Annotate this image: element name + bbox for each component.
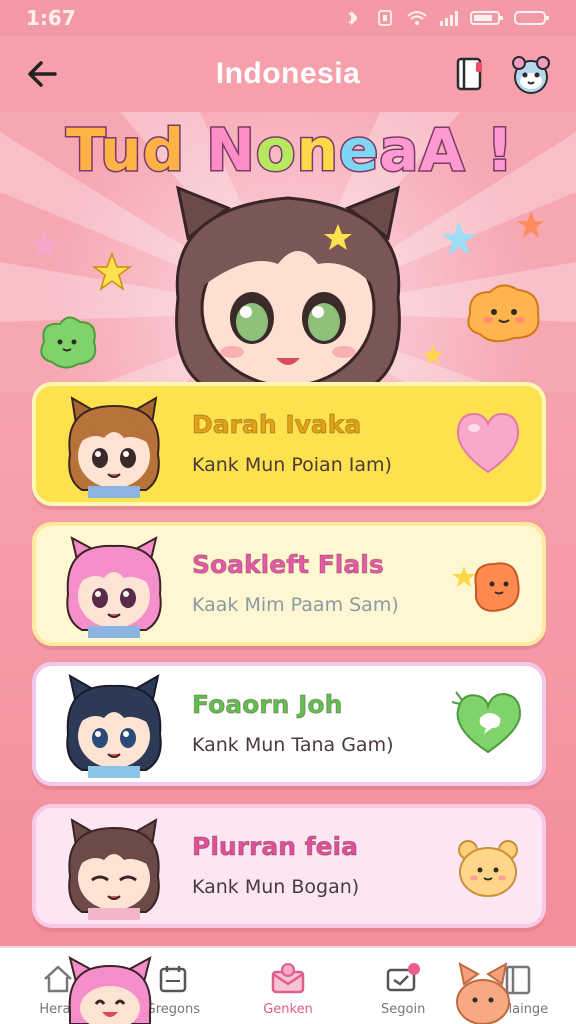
- nav-label: Segoin: [381, 1002, 426, 1017]
- back-arrow-icon: [28, 61, 57, 87]
- character-name: Soakleft Flals: [192, 550, 385, 580]
- status-bar: 1:67: [0, 0, 576, 36]
- heart-icon: [456, 412, 520, 474]
- nav-item-chat[interactable]: Segoin: [346, 948, 461, 1024]
- book-button[interactable]: [450, 54, 490, 94]
- nav-item-mail[interactable]: Genken: [230, 948, 345, 1024]
- bluetooth-icon: [348, 10, 358, 26]
- character-card[interactable]: Plurran feia Kank Mun Bogan): [32, 804, 546, 928]
- character-avatar: [66, 536, 162, 638]
- hero-character-illustration: [175, 185, 401, 390]
- orange-star-icon: [517, 211, 545, 238]
- character-subtitle: Kank Mun Poian Iam): [192, 454, 392, 476]
- nav-label: Genken: [263, 1002, 313, 1017]
- green-blob-icon: [40, 316, 97, 369]
- pink-star-icon: [31, 231, 59, 258]
- book-icon: [456, 57, 482, 91]
- character-card[interactable]: Soakleft Flals Kaak Mim Paam Sam): [32, 522, 546, 646]
- orange-blob-icon: [467, 284, 540, 343]
- back-button[interactable]: [22, 54, 62, 94]
- wifi-icon: [407, 11, 427, 25]
- battery-icon: [470, 11, 503, 25]
- nav-cat-illustration: [456, 962, 510, 1024]
- character-avatar: [66, 674, 162, 778]
- app-screen: 1:67 Indonesia Tud NoneaA ! Darah Ivaka …: [0, 0, 576, 1024]
- character-subtitle: Kank Mun Tana Gam): [192, 734, 394, 756]
- character-subtitle: Kaak Mim Paam Sam): [192, 594, 399, 616]
- character-subtitle: Kank Mun Bogan): [192, 876, 360, 898]
- chat-icon: [384, 960, 422, 998]
- bear-icon: [458, 840, 518, 897]
- envelope-icon: [269, 960, 307, 998]
- status-icons: [342, 10, 550, 26]
- character-card[interactable]: Foaorn Joh Kank Mun Tana Gam): [32, 662, 546, 786]
- yellow-star-icon: [92, 252, 132, 291]
- character-name: Plurran feia: [192, 832, 359, 862]
- page-title: Indonesia: [215, 57, 361, 90]
- character-name: Darah Ivaka: [191, 410, 362, 440]
- blue-star-icon: [441, 221, 477, 256]
- nav-character-illustration: [68, 956, 152, 1024]
- character-name: Foaorn Joh: [191, 690, 343, 720]
- green-speech-heart-icon: [451, 691, 522, 754]
- character-avatar: [68, 396, 160, 498]
- mascot-avatar-icon: [512, 56, 550, 94]
- character-card[interactable]: Darah Ivaka Kank Mun Poian Iam): [32, 382, 546, 506]
- orange-blob-icon: [452, 562, 520, 612]
- nfc-icon: [378, 10, 392, 26]
- character-avatar: [68, 818, 160, 920]
- hero-banner: Tud NoneaA !: [0, 112, 576, 392]
- signal-icon: [440, 11, 458, 26]
- status-time: 1:67: [26, 6, 76, 30]
- mascot-profile-button[interactable]: [508, 52, 554, 98]
- app-bar: Indonesia: [0, 36, 576, 112]
- battery-outline-icon: [514, 11, 549, 25]
